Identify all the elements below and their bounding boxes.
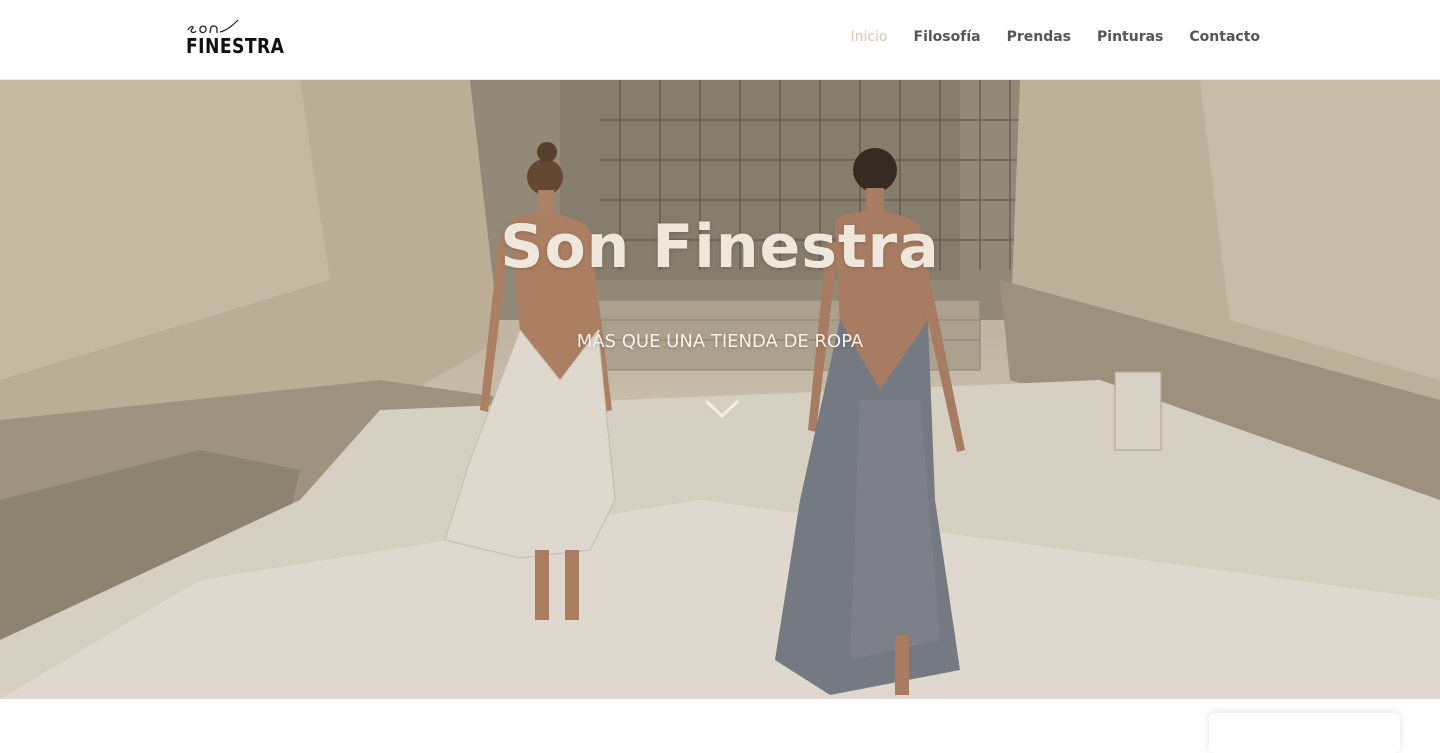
- hero-subtitle: MÁS QUE UNA TIENDA DE ROPA: [576, 331, 864, 352]
- chevron-down-icon[interactable]: [704, 398, 740, 420]
- logo-wordmark: FINESTRA: [186, 34, 285, 58]
- nav-item-prendas[interactable]: Prendas: [1007, 29, 1071, 45]
- nav-item-inicio[interactable]: Inicio: [850, 29, 887, 45]
- hero-section: Son Finestra MÁS QUE UNA TIENDA DE ROPA: [0, 80, 1440, 699]
- nav-item-contacto[interactable]: Contacto: [1189, 29, 1260, 45]
- nav-item-pinturas[interactable]: Pinturas: [1097, 29, 1163, 45]
- main-nav: Inicio Filosofía Prendas Pinturas Contac…: [850, 29, 1260, 45]
- nav-item-filosofia[interactable]: Filosofía: [914, 29, 981, 45]
- hero-title: Son Finestra: [500, 212, 940, 282]
- hero-background-image: [0, 80, 1440, 699]
- floating-widget[interactable]: [1209, 713, 1400, 753]
- site-logo[interactable]: FINESTRA: [186, 16, 286, 62]
- site-header: FINESTRA Inicio Filosofía Prendas Pintur…: [0, 0, 1440, 80]
